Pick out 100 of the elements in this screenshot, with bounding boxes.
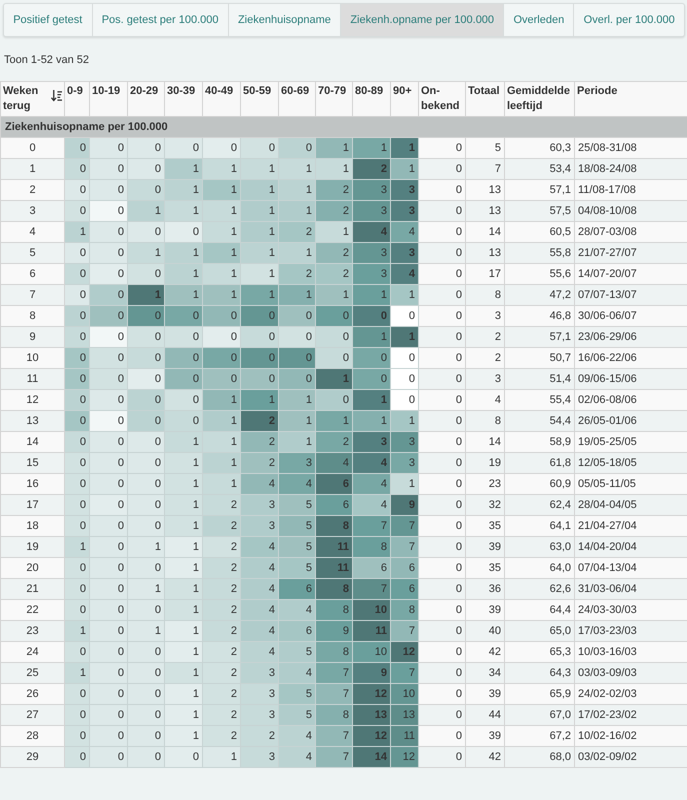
heatmap-cell: 8 — [352, 536, 390, 558]
heatmap-cell: 1 — [390, 410, 418, 432]
column-header[interactable]: 50-59 — [240, 82, 278, 116]
heatmap-cell: 6 — [316, 494, 352, 516]
table-cell: 8 — [466, 410, 504, 432]
column-header[interactable]: 30-39 — [164, 82, 202, 116]
heatmap-cell: 14 — [352, 746, 390, 768]
column-header[interactable]: Periode — [574, 82, 687, 116]
heatmap-cell: 0 — [128, 452, 164, 474]
heatmap-cell: 5 — [278, 516, 316, 536]
heatmap-cell: 0 — [64, 180, 90, 200]
column-header[interactable]: On-bekend — [418, 82, 466, 116]
column-header[interactable]: 70-79 — [316, 82, 352, 116]
tab[interactable]: Overleden — [504, 4, 574, 36]
column-header[interactable]: 80-89 — [352, 82, 390, 116]
column-header[interactable]: Totaal — [466, 82, 504, 116]
heatmap-cell: 1 — [164, 558, 202, 578]
heatmap-cell: 9 — [316, 620, 352, 642]
heatmap-cell: 7 — [316, 684, 352, 704]
heatmap-cell: 0 — [164, 390, 202, 410]
heatmap-cell: 0 — [352, 306, 390, 326]
table-cell: 16 — [0, 474, 64, 494]
heatmap-cell: 4 — [352, 474, 390, 494]
table-cell: 25 — [0, 662, 64, 684]
heatmap-cell: 0 — [202, 368, 240, 390]
heatmap-cell: 2 — [316, 180, 352, 200]
heatmap-cell: 1 — [164, 600, 202, 620]
table-cell: 3 — [466, 368, 504, 390]
heatmap-cell: 2 — [278, 222, 316, 242]
heatmap-cell: 2 — [240, 726, 278, 746]
heatmap-cell: 0 — [90, 180, 128, 200]
table-cell: 55,8 — [504, 242, 574, 264]
heatmap-cell: 11 — [352, 620, 390, 642]
heatmap-cell: 2 — [202, 620, 240, 642]
heatmap-cell: 4 — [240, 474, 278, 494]
heatmap-cell: 0 — [64, 348, 90, 368]
column-header[interactable]: 10-19 — [90, 82, 128, 116]
heatmap-cell: 7 — [316, 662, 352, 684]
tab[interactable]: Ziekenh.opname per 100.000 — [341, 4, 504, 36]
table-cell: 20 — [0, 558, 64, 578]
heatmap-cell: 1 — [64, 536, 90, 558]
heatmap-cell: 1 — [164, 642, 202, 662]
heatmap-cell: 6 — [390, 578, 418, 600]
tab[interactable]: Pos. getest per 100.000 — [92, 4, 229, 36]
table-cell: 5 — [466, 138, 504, 158]
heatmap-cell: 1 — [240, 242, 278, 264]
table-cell: 24/02-02/03 — [574, 684, 687, 704]
heatmap-cell: 2 — [316, 264, 352, 284]
heatmap-cell: 4 — [240, 600, 278, 620]
heatmap-cell: 0 — [128, 348, 164, 368]
column-header[interactable]: 0-9 — [64, 82, 90, 116]
table-cell: 17 — [466, 264, 504, 284]
heatmap-cell: 3 — [390, 452, 418, 474]
heatmap-cell: 3 — [352, 264, 390, 284]
heatmap-cell: 0 — [202, 348, 240, 368]
sort-icon[interactable] — [51, 89, 62, 102]
heatmap-cell: 1 — [278, 242, 316, 264]
heatmap-cell: 6 — [278, 578, 316, 600]
heatmap-cell: 0 — [240, 348, 278, 368]
heatmap-cell: 1 — [278, 158, 316, 180]
heatmap-cell: 0 — [64, 200, 90, 222]
heatmap-cell: 3 — [240, 662, 278, 684]
table-cell: 23 — [0, 620, 64, 642]
table-cell: 39 — [466, 600, 504, 620]
heatmap-cell: 2 — [278, 264, 316, 284]
heatmap-cell: 1 — [278, 390, 316, 410]
column-header[interactable]: 60-69 — [278, 82, 316, 116]
heatmap-cell: 0 — [64, 264, 90, 284]
column-header[interactable]: 20-29 — [128, 82, 164, 116]
table-cell: 0 — [418, 138, 466, 158]
heatmap-cell: 10 — [390, 684, 418, 704]
column-header[interactable]: 40-49 — [202, 82, 240, 116]
heatmap-cell: 0 — [90, 494, 128, 516]
tab[interactable]: Overl. per 100.000 — [574, 4, 684, 36]
heatmap-cell: 1 — [352, 138, 390, 158]
heatmap-cell: 4 — [240, 558, 278, 578]
table-cell: 0 — [418, 704, 466, 726]
table-cell: 3 — [0, 200, 64, 222]
column-header[interactable]: Gemiddelde leeftijd — [504, 82, 574, 116]
heatmap-cell: 8 — [316, 516, 352, 536]
table-cell: 0 — [0, 138, 64, 158]
column-header[interactable]: 90+ — [390, 82, 418, 116]
table-cell: 16/06-22/06 — [574, 348, 687, 368]
heatmap-cell: 1 — [278, 410, 316, 432]
heatmap-cell: 3 — [390, 242, 418, 264]
heatmap-cell: 0 — [64, 684, 90, 704]
heatmap-cell: 1 — [164, 158, 202, 180]
table-cell: 04/08-10/08 — [574, 200, 687, 222]
heatmap-cell: 0 — [128, 264, 164, 284]
heatmap-cell: 2 — [316, 242, 352, 264]
heatmap-cell: 1 — [164, 578, 202, 600]
heatmap-cell: 0 — [128, 390, 164, 410]
table-cell: 0 — [418, 516, 466, 536]
heatmap-cell: 12 — [390, 642, 418, 662]
tab[interactable]: Positief getest — [4, 4, 93, 36]
heatmap-cell: 1 — [164, 684, 202, 704]
table-cell: 13 — [466, 242, 504, 264]
heatmap-cell: 11 — [390, 726, 418, 746]
heatmap-cell: 0 — [64, 474, 90, 494]
heatmap-cell: 0 — [90, 306, 128, 326]
